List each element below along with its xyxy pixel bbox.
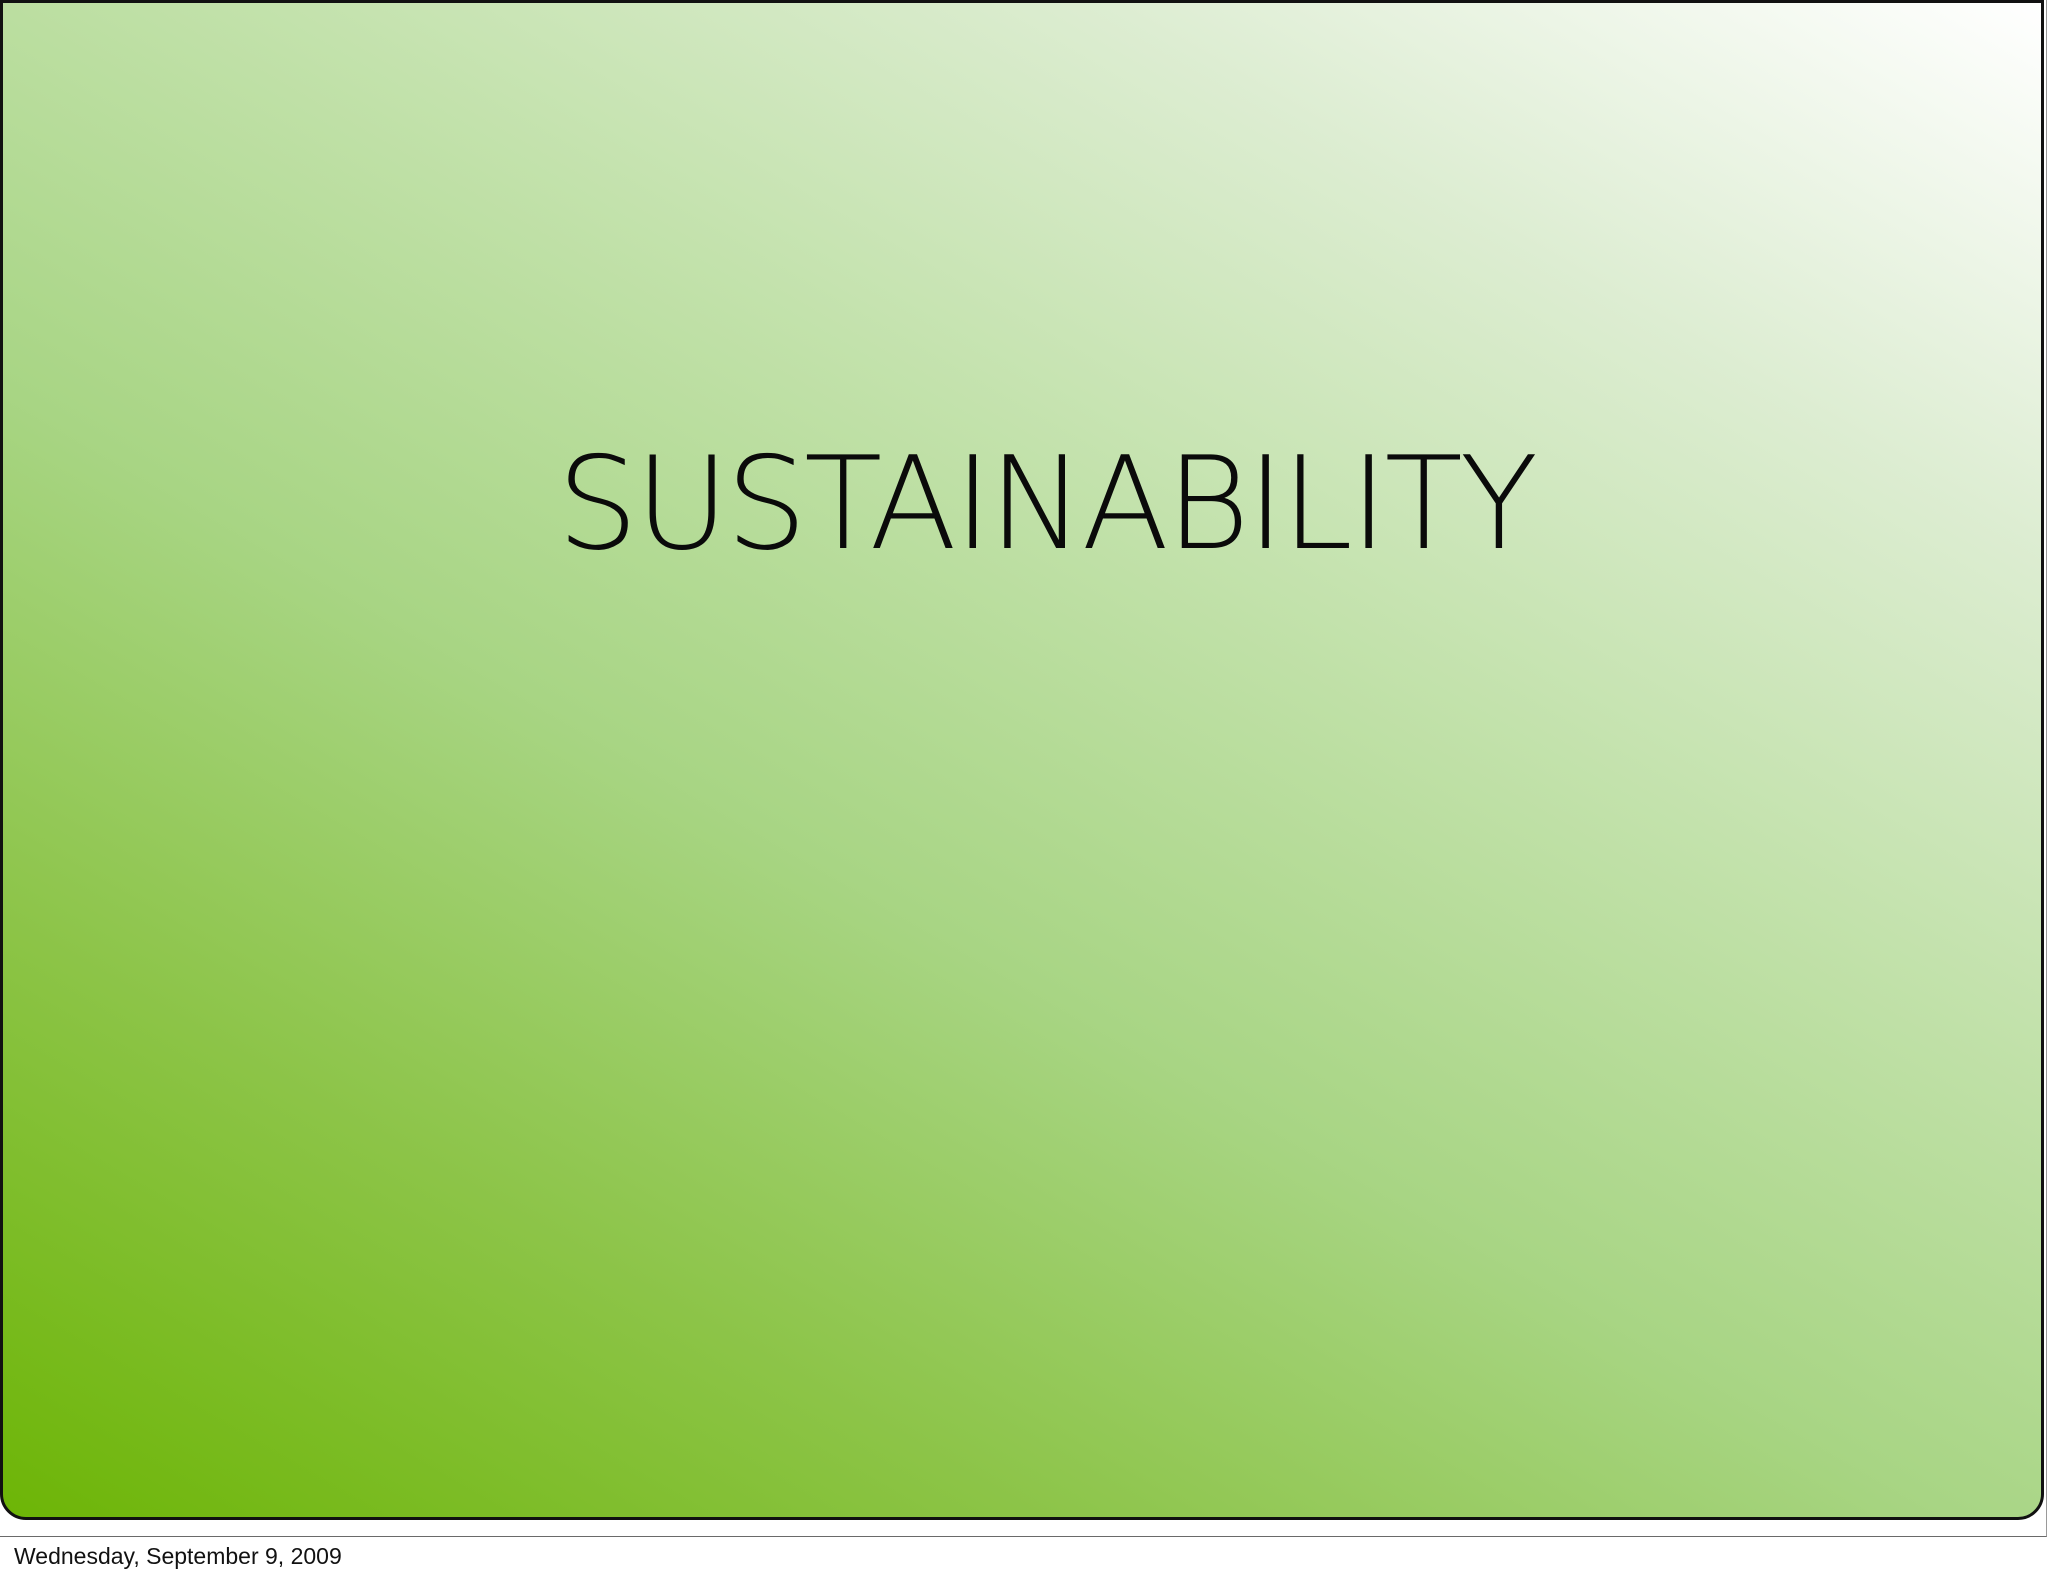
document-page: SUSTAINABILITY Wednesday, September 9, 2… [0, 0, 2048, 1576]
slide: SUSTAINABILITY [0, 0, 2044, 1520]
slide-title: SUSTAINABILITY [556, 430, 1538, 579]
footer-date: Wednesday, September 9, 2009 [14, 1543, 342, 1569]
